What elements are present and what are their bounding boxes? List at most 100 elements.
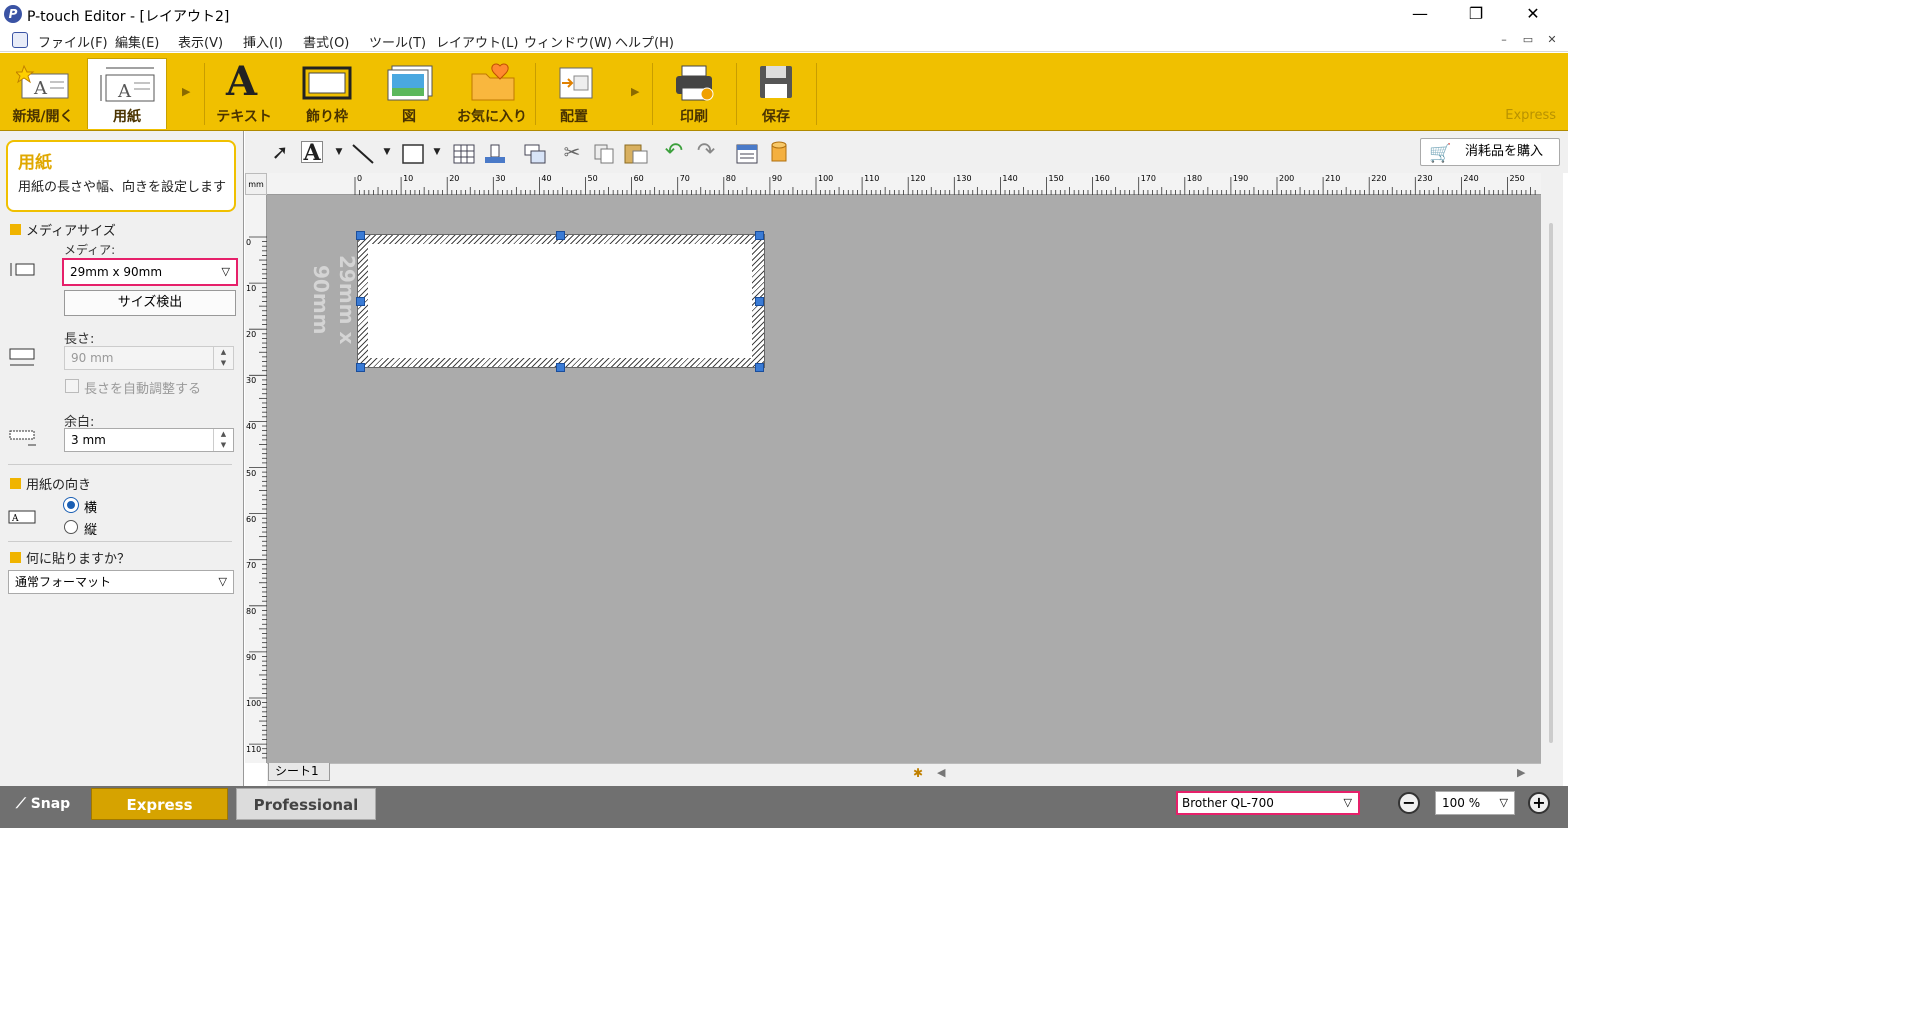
menu-layout[interactable]: レイアウト(L) (436, 32, 518, 51)
menu-format[interactable]: 書式(O) (303, 32, 349, 51)
ruler-label: 230 (1417, 174, 1433, 183)
zoom-in-button[interactable]: + (1528, 792, 1550, 814)
resize-handle[interactable] (556, 363, 565, 372)
length-input[interactable]: 90 mm ▲ ▼ (64, 346, 234, 370)
resize-handle[interactable] (356, 231, 365, 240)
text-tool-icon[interactable]: A (301, 141, 323, 164)
menu-file[interactable]: ファイル(F) (38, 32, 108, 51)
label-print-area[interactable] (368, 244, 752, 358)
expand-arrow-icon[interactable]: ▶ (182, 85, 190, 98)
zoom-out-button[interactable]: − (1398, 792, 1420, 814)
buy-supplies-button[interactable]: 🛒 消耗品を購入 (1420, 138, 1560, 166)
table-icon[interactable] (452, 143, 476, 165)
favorites-button[interactable]: お気に入り (452, 58, 532, 129)
copy-icon[interactable] (593, 143, 617, 165)
close-button[interactable]: ✕ (1510, 0, 1556, 28)
undo-icon[interactable]: ↶ (663, 141, 685, 163)
menu-tools[interactable]: ツール(T) (369, 32, 426, 51)
arrange-button[interactable]: 配置 (538, 58, 610, 129)
ruler-label: 70 (246, 560, 257, 570)
help-title: 用紙 (18, 153, 52, 173)
paste-target-select[interactable]: 通常フォーマット ▽ (8, 570, 234, 594)
menu-insert[interactable]: 挿入(I) (243, 32, 283, 51)
ruler-label: 40 (541, 174, 552, 183)
margin-spinner[interactable]: ▲ ▼ (213, 429, 233, 451)
mdi-close-button[interactable]: ✕ (1543, 32, 1561, 48)
ruler-label: 60 (246, 514, 257, 524)
resize-handle[interactable] (755, 363, 764, 372)
resize-handle[interactable] (755, 231, 764, 240)
landscape-radio[interactable] (64, 498, 78, 512)
image-button[interactable]: 図 (372, 58, 446, 129)
ruler-label: 20 (449, 174, 460, 183)
express-mode-button[interactable]: Express (91, 788, 228, 820)
margin-value: 3 mm (71, 433, 106, 447)
ruler-label: 40 (246, 422, 257, 432)
text-button[interactable]: A テキスト (208, 58, 280, 129)
redo-icon[interactable]: ↷ (695, 141, 717, 163)
vertical-scrollbar[interactable] (1541, 173, 1563, 786)
media-select[interactable]: 29mm x 90mm ▽ (62, 258, 238, 286)
chevron-down-icon[interactable]: ▼ (381, 141, 393, 163)
margin-input[interactable]: 3 mm ▲ ▼ (64, 428, 234, 452)
mode-label: Express (1505, 108, 1556, 123)
resize-handle[interactable] (556, 231, 565, 240)
property-icon[interactable] (735, 143, 759, 165)
chevron-down-icon[interactable]: ▼ (333, 141, 345, 163)
cylinder-icon[interactable] (769, 141, 789, 165)
print-label: 印刷 (680, 109, 708, 125)
scroll-right-icon[interactable]: ▶ (1517, 766, 1525, 779)
help-description: 用紙の長さや幅、向きを設定します (18, 180, 227, 195)
media-select-value: 29mm x 90mm (70, 265, 163, 279)
resize-handle[interactable] (755, 297, 764, 306)
mdi-restore-button[interactable]: ▭ (1519, 32, 1537, 48)
restore-button[interactable]: ❐ (1453, 0, 1499, 28)
menu-view[interactable]: 表示(V) (178, 32, 223, 51)
add-sheet-icon[interactable]: ✱ (913, 766, 923, 780)
document-icon[interactable] (12, 32, 28, 48)
zoom-select[interactable]: 100 % ▽ (1435, 791, 1515, 815)
title-bar: P P-touch Editor - [レイアウト2] — ❐ ✕ (0, 0, 1568, 28)
horizontal-ruler: 0 10 20 30 40 50 60 70 80 90 100 110 120 130 140 150 160… (267, 173, 1541, 195)
save-button[interactable]: 保存 (740, 58, 812, 129)
sheet-tab[interactable]: シート1 (268, 763, 330, 781)
printer-select[interactable]: Brother QL-700 ▽ (1176, 791, 1360, 815)
object-arrange-icon[interactable] (523, 143, 547, 165)
resize-handle[interactable] (356, 297, 365, 306)
menu-help[interactable]: ヘルプ(H) (615, 32, 674, 51)
print-button[interactable]: 印刷 (656, 58, 732, 129)
text-label: テキスト (216, 109, 272, 125)
resize-handle[interactable] (356, 363, 365, 372)
professional-mode-button[interactable]: Professional (236, 788, 376, 820)
ruler-label: 50 (246, 468, 257, 478)
new-open-button[interactable]: A 新規/開く (4, 58, 82, 129)
frame-label: 飾り枠 (306, 109, 348, 125)
menu-window[interactable]: ウィンドウ(W) (524, 32, 612, 51)
auto-length-checkbox[interactable] (65, 379, 79, 393)
chevron-down-icon[interactable]: ▼ (431, 141, 443, 163)
paste-icon[interactable] (623, 141, 649, 165)
frame-button[interactable]: 飾り枠 (290, 58, 364, 129)
minimize-button[interactable]: — (1397, 0, 1443, 28)
menu-edit[interactable]: 編集(E) (115, 32, 159, 51)
detect-size-button[interactable]: サイズ検出 (64, 290, 236, 316)
database-icon[interactable] (483, 143, 507, 165)
zoom-value: 100 % (1442, 796, 1481, 810)
scroll-thumb[interactable] (1549, 223, 1553, 743)
media-label: メディア: (64, 243, 116, 257)
ribbon-divider (736, 63, 737, 125)
horizontal-scrollbar[interactable]: ✱ ◀ ▶ (267, 763, 1541, 786)
label-size-text: 29mm x 90mm (309, 255, 359, 345)
select-arrow-icon[interactable]: ➚ (269, 141, 291, 163)
snap-button[interactable]: ⟋ Snap (4, 788, 90, 820)
scroll-left-icon[interactable]: ◀ (937, 766, 945, 779)
chevron-down-icon: ▽ (1499, 796, 1508, 809)
length-spinner[interactable]: ▲ ▼ (213, 347, 233, 369)
expand-arrow-icon[interactable]: ▶ (631, 85, 639, 98)
mdi-minimize-button[interactable]: – (1495, 32, 1513, 48)
cut-icon[interactable]: ✂ (561, 141, 583, 163)
line-tool-icon[interactable] (351, 143, 375, 165)
rectangle-tool-icon[interactable] (401, 143, 425, 165)
paper-button[interactable]: A 用紙 (87, 58, 167, 129)
portrait-radio[interactable] (64, 520, 78, 534)
